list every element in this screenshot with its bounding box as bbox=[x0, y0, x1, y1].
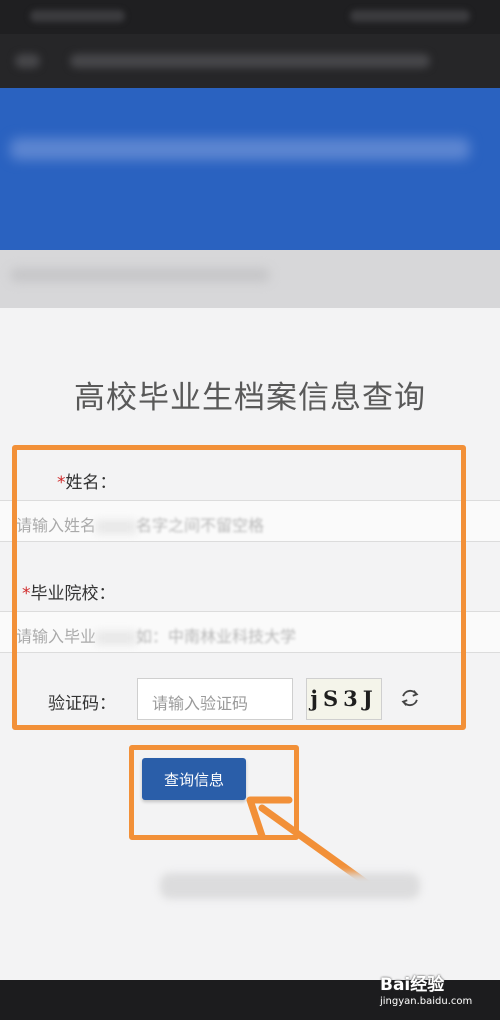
annotation-arrow bbox=[246, 796, 376, 891]
watermark: Bai经验 jingyan.baidu.com bbox=[380, 966, 500, 1020]
watermark-url: jingyan.baidu.com bbox=[380, 996, 473, 1007]
footer-text bbox=[160, 873, 420, 899]
watermark-brand: Bai经验 bbox=[380, 975, 445, 995]
